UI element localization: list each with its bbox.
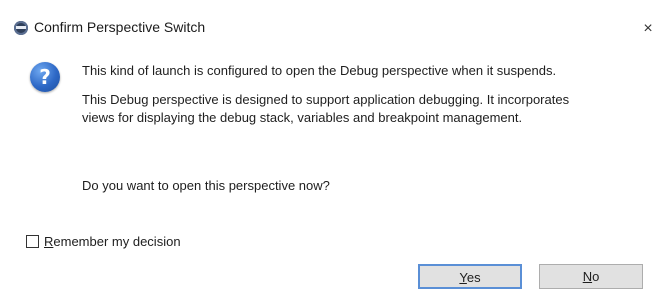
remember-label[interactable]: Remember my decision — [44, 234, 181, 249]
no-mnemonic: N — [582, 269, 593, 284]
no-button[interactable]: No — [539, 264, 643, 289]
yes-label: es — [466, 270, 481, 285]
yes-mnemonic: Y — [459, 270, 467, 285]
no-label: o — [592, 269, 600, 284]
question-icon: ? — [30, 62, 60, 92]
dialog-title: Confirm Perspective Switch — [34, 19, 206, 35]
confirm-perspective-dialog: Confirm Perspective Switch × ? This kind… — [0, 0, 656, 307]
close-button[interactable]: × — [640, 19, 656, 39]
remember-decision-option[interactable]: Remember my decision — [26, 232, 181, 250]
title-bar: Confirm Perspective Switch × — [0, 14, 656, 44]
remember-mnemonic: R — [44, 233, 54, 249]
message-line-2: This Debug perspective is designed to su… — [82, 92, 570, 125]
remember-label-text: emember my decision — [53, 233, 181, 249]
remember-checkbox[interactable] — [26, 234, 39, 248]
message-line-1: This kind of launch is configured to ope… — [82, 63, 557, 78]
eclipse-logo-icon — [14, 21, 28, 35]
message-line-3: Do you want to open this perspective now… — [82, 178, 330, 193]
yes-button[interactable]: Yes — [418, 264, 522, 289]
